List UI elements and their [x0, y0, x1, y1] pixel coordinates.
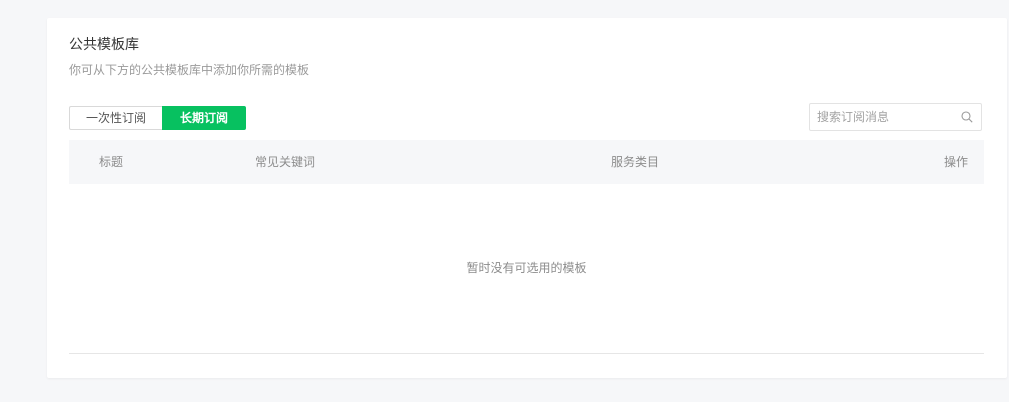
- column-header-category: 服务类目: [611, 155, 660, 169]
- template-library-panel: 公共模板库 你可从下方的公共模板库中添加你所需的模板 一次性订阅 长期订阅 标题…: [47, 18, 1007, 378]
- table-empty-state: 暂时没有可选用的模板: [69, 184, 984, 354]
- subscription-type-tabs: 一次性订阅 长期订阅: [69, 106, 246, 130]
- tab-one-time-subscription[interactable]: 一次性订阅: [69, 106, 162, 130]
- column-header-title: 标题: [99, 155, 124, 169]
- page-subtitle: 你可从下方的公共模板库中添加你所需的模板: [69, 63, 310, 77]
- empty-message: 暂时没有可选用的模板: [466, 261, 587, 275]
- tab-long-term-subscription[interactable]: 长期订阅: [162, 106, 246, 130]
- column-header-actions: 操作: [943, 155, 968, 169]
- table-header: 标题 常见关键词 服务类目 操作: [69, 140, 984, 184]
- column-header-keywords: 常见关键词: [255, 155, 316, 169]
- search-box: [809, 103, 982, 131]
- search-icon[interactable]: [961, 111, 973, 123]
- search-input[interactable]: [817, 104, 957, 130]
- page-title: 公共模板库: [69, 37, 139, 53]
